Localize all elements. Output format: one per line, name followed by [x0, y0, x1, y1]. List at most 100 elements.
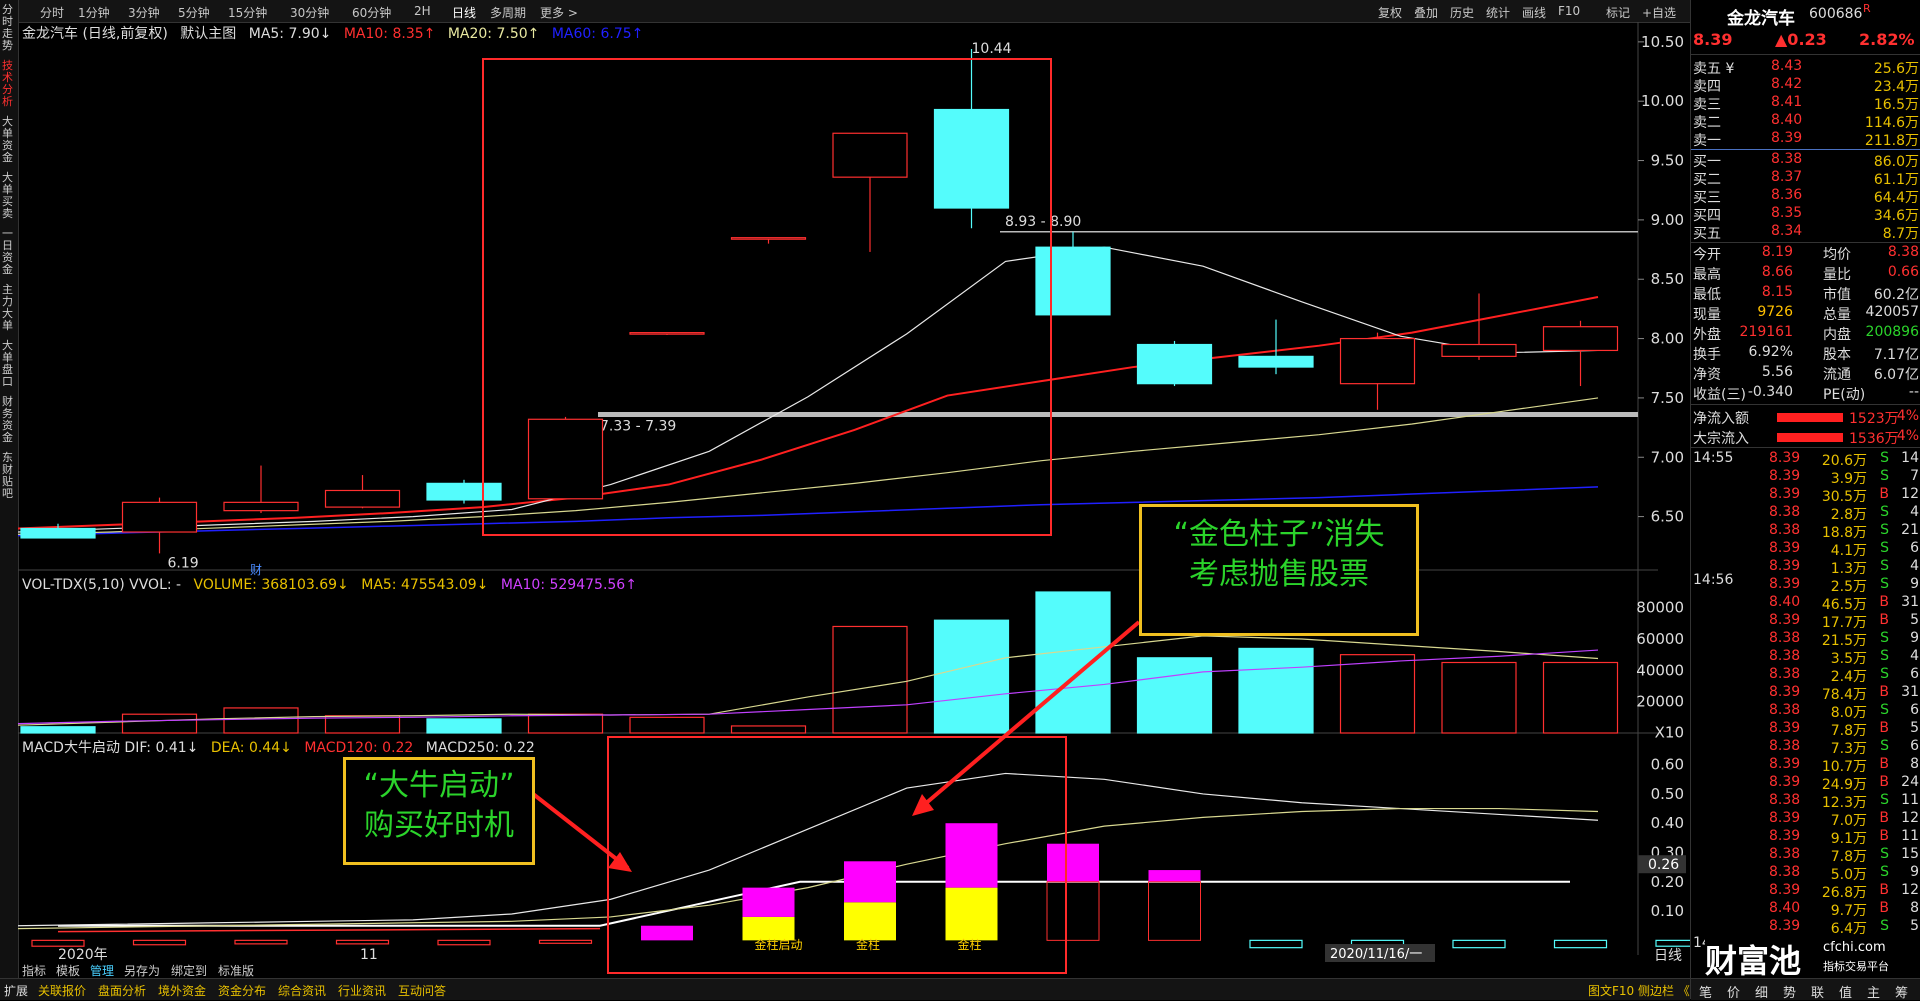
stat-label: 总量 [1823, 307, 1851, 323]
bottom-tab-5[interactable]: 综合资讯 [278, 982, 326, 999]
value-badge-text: 0.26 [1648, 857, 1679, 873]
side-tab-1[interactable]: 技术分析 [2, 60, 16, 108]
candle[interactable] [1441, 343, 1517, 357]
tick-side: S [1880, 648, 1889, 664]
ask-price: 8.40 [1771, 112, 1803, 128]
period-tab-8[interactable]: 日线 [452, 4, 476, 21]
side-tab-0[interactable]: 分时走势 [2, 4, 16, 52]
candle[interactable] [1238, 355, 1314, 368]
tick-count: 15 [1901, 846, 1919, 862]
period-tab-3[interactable]: 5分钟 [178, 4, 210, 21]
low-label: 6.19 [168, 555, 199, 571]
tool-1[interactable]: 叠加 [1414, 4, 1438, 21]
side-tab-3[interactable]: 大单买卖 [2, 172, 16, 220]
panel-icon-3[interactable]: 势 [1783, 982, 1796, 1001]
period-tab-6[interactable]: 60分钟 [352, 4, 391, 21]
bottom-tab-1[interactable]: 关联报价 [38, 982, 86, 999]
indicator-tab-3[interactable]: 另存为 [124, 962, 160, 979]
panel-icon-7[interactable]: 筹 [1895, 982, 1908, 1001]
side-tab-4[interactable]: 一日资金 [2, 228, 16, 276]
stat-row: 今开 8.19 均价 8.38 [1691, 244, 1920, 263]
bid-volume: 8.7万 [1882, 226, 1919, 242]
bottom-tab-0[interactable]: 扩展 [4, 982, 28, 999]
tick-row: 8.39 3.9万 S 7 [1691, 468, 1920, 487]
indicator-tab-4[interactable]: 绑定到 [171, 962, 207, 979]
tick-side: B [1879, 774, 1889, 790]
stat-label: 内盘 [1823, 327, 1851, 343]
panel-icon-5[interactable]: 值 [1839, 982, 1852, 1001]
bottom-tab-2[interactable]: 盘面分析 [98, 982, 146, 999]
watermark: 财富池 cfchi.com 指标交易平台 [1705, 936, 1919, 980]
side-tab-6[interactable]: 大单盘口 [2, 340, 16, 388]
side-tab-8[interactable]: 东财贴吧 [2, 452, 16, 500]
side-tab-2[interactable]: 大单资金 [2, 116, 16, 164]
volume-bar [933, 619, 1010, 734]
tick-count: 4 [1910, 648, 1919, 664]
day-line-label[interactable]: 日线 [1654, 948, 1682, 962]
bottom-tab-6[interactable]: 行业资讯 [338, 982, 386, 999]
tick-count: 31 [1901, 594, 1919, 610]
tool-5[interactable]: F10 [1558, 4, 1580, 18]
tick-side: B [1879, 882, 1889, 898]
ask-volume: 25.6万 [1873, 61, 1919, 77]
main-ytick: 9.00 [1651, 211, 1684, 229]
stat-value: 60.2亿 [1873, 287, 1919, 303]
tool-2[interactable]: 历史 [1450, 4, 1474, 21]
tick-volume: 1.3万 [1830, 561, 1867, 577]
candle[interactable] [20, 527, 96, 539]
period-tab-1[interactable]: 1分钟 [78, 4, 110, 21]
flow-pct: 4% [1896, 408, 1919, 424]
period-tab-5[interactable]: 30分钟 [290, 4, 329, 21]
candle[interactable] [1136, 343, 1213, 385]
vol-ytick: 20000 [1636, 693, 1684, 711]
period-tab-0[interactable]: 分时 [40, 4, 64, 21]
candle[interactable] [1339, 337, 1416, 385]
panel-icon-1[interactable]: 价 [1727, 982, 1740, 1001]
tick-side: S [1880, 918, 1889, 934]
top-toolbar: 分时 1分钟 3分钟 5分钟 15分钟 30分钟 60分钟 2H 日线 多周期 更多 > 复权 叠加 历史… [0, 0, 1714, 23]
tool-0[interactable]: 复权 [1378, 4, 1402, 21]
tool-6[interactable]: 标记 [1606, 4, 1630, 21]
period-tab-10[interactable]: 更多 > [540, 4, 578, 21]
bottom-tab-4[interactable]: 资金分布 [218, 982, 266, 999]
tick-row: 8.38 12.3万 S 11 [1691, 792, 1920, 811]
period-tab-4[interactable]: 15分钟 [228, 4, 267, 21]
tick-price: 8.39 [1769, 882, 1801, 898]
tick-side: B [1879, 828, 1889, 844]
tick-row: 8.39 4.1万 S 6 [1691, 540, 1920, 559]
tool-4[interactable]: 画线 [1522, 4, 1546, 21]
period-tab-9[interactable]: 多周期 [490, 4, 526, 21]
tick-volume: 10.7万 [1821, 759, 1867, 775]
side-tab-5[interactable]: 主力大单 [2, 284, 16, 332]
tick-side: S [1880, 846, 1889, 862]
panel-icon-0[interactable]: 笔 [1699, 982, 1712, 1001]
tick-price: 8.39 [1769, 576, 1801, 592]
bottom-bar: 扩展 关联报价 盘面分析 境外资金 资金分布 综合资讯 行业资讯 互动问答 图文F10 侧边栏 … [0, 978, 1690, 1000]
bid-price: 8.38 [1771, 151, 1803, 167]
panel-icon-2[interactable]: 细 [1755, 982, 1768, 1001]
side-tab-7[interactable]: 财务资金 [2, 396, 16, 444]
volume-bar [832, 625, 908, 734]
bottom-right-tools[interactable]: 图文F10 侧边栏 《 [1588, 982, 1690, 999]
candle[interactable] [324, 489, 401, 508]
candle[interactable] [1542, 326, 1619, 352]
indicator-tab-1[interactable]: 模板 [56, 962, 80, 979]
flow-label: 大宗流入 [1693, 431, 1749, 447]
indicator-tab-2[interactable]: 管理 [90, 962, 114, 979]
sell-callout: “金色柱子”消失 考虑抛售股票 [1139, 504, 1419, 636]
bottom-tab-3[interactable]: 境外资金 [158, 982, 206, 999]
period-tab-2[interactable]: 3分钟 [128, 4, 160, 21]
candle[interactable] [223, 501, 299, 512]
period-tab-7[interactable]: 2H [414, 4, 431, 18]
tool-3[interactable]: 统计 [1486, 4, 1510, 21]
tick-side: B [1879, 756, 1889, 772]
tick-side: S [1880, 630, 1889, 646]
indicator-tab-5[interactable]: 标准版 [218, 962, 254, 979]
candle[interactable] [121, 501, 198, 533]
indicator-tab-0[interactable]: 指标 [22, 962, 46, 979]
bottom-tab-7[interactable]: 互动问答 [398, 982, 446, 999]
panel-icon-4[interactable]: 联 [1811, 982, 1824, 1001]
panel-icon-6[interactable]: 主 [1867, 982, 1880, 1001]
tick-side: S [1880, 864, 1889, 880]
tool-7[interactable]: +自选 [1642, 4, 1676, 21]
